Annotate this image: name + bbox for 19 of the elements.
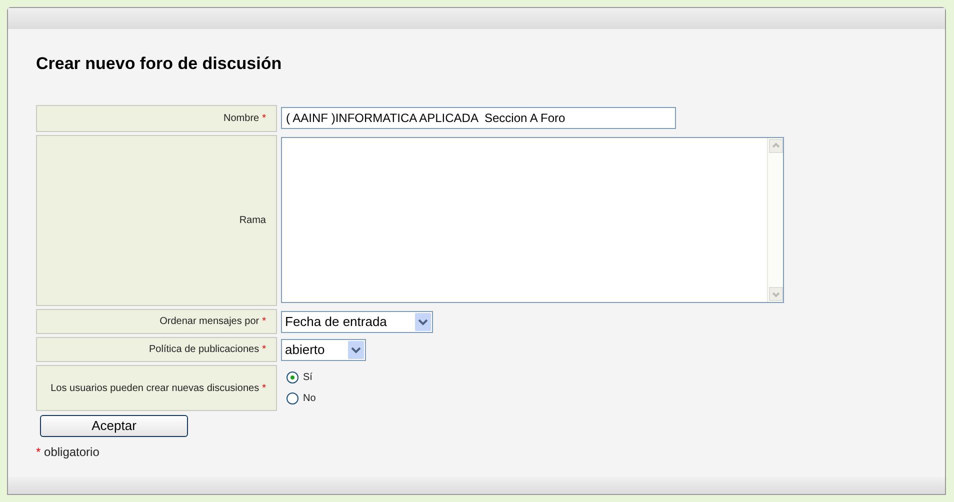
label-text: Ordenar mensajes por xyxy=(160,315,260,329)
dropdown[interactable]: Fecha de entrada xyxy=(281,311,433,333)
label-text: Nombre xyxy=(224,112,260,126)
required-note: * obligatorio xyxy=(36,444,100,461)
label-text: Política de publicaciones xyxy=(149,343,260,357)
radio-label: No xyxy=(303,392,316,406)
label-text: Rama xyxy=(239,214,266,228)
radio-label: Sí xyxy=(303,371,312,385)
required-mark: * xyxy=(262,343,266,357)
radio-button[interactable] xyxy=(286,392,299,405)
accept-button[interactable]: Aceptar xyxy=(40,415,188,437)
required-mark: * xyxy=(262,112,266,126)
page-title: Crear nuevo foro de discusión xyxy=(36,53,283,75)
radio-button[interactable] xyxy=(286,371,299,384)
label-text: Los usuarios pueden crear nuevas discusiones xyxy=(50,382,260,396)
dropdown[interactable]: abierto xyxy=(281,339,366,361)
required-mark: * xyxy=(262,315,266,329)
name-input[interactable]: ( AAINF )INFORMATICA APLICADA Seccion A Foro xyxy=(281,107,676,129)
required-mark: * xyxy=(262,382,266,396)
